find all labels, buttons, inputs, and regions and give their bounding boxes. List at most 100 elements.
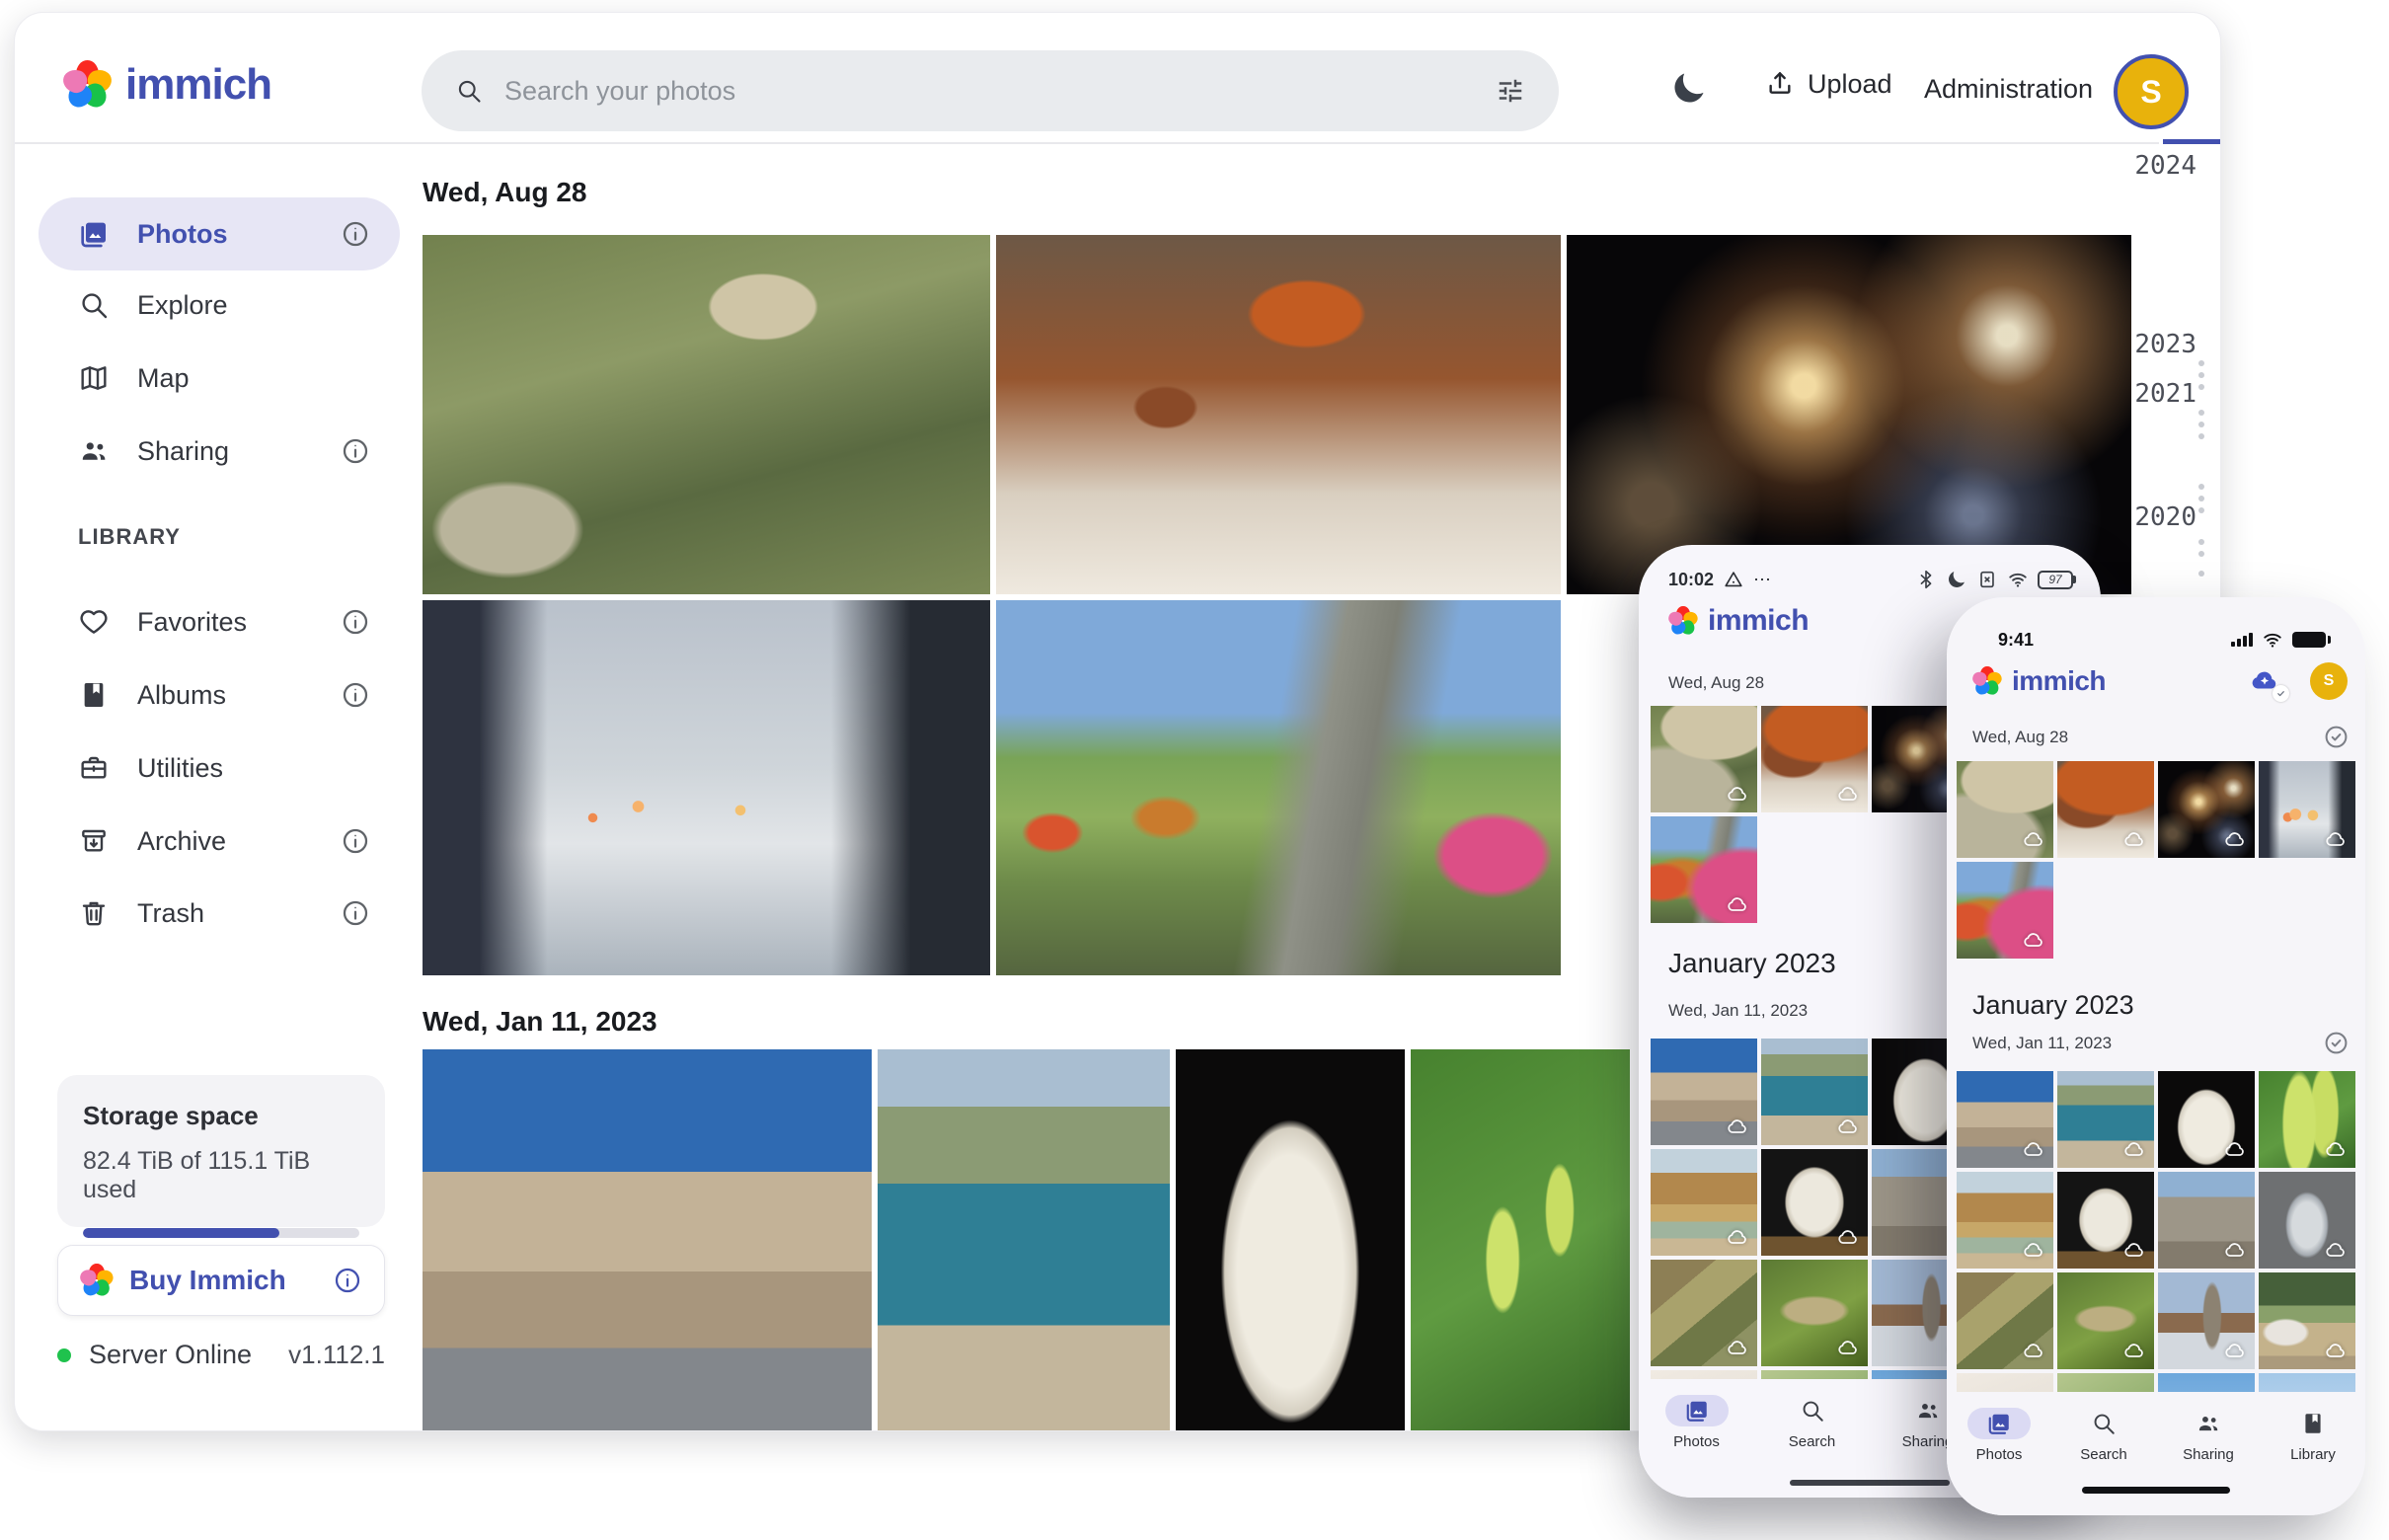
photo-coastal-town[interactable] (878, 1049, 1170, 1431)
date-row: Wed, Jan 11, 2023 (1668, 1001, 1808, 1021)
photo-marble-bust[interactable] (1176, 1049, 1405, 1431)
photo-beach-cliff[interactable] (1957, 1172, 2053, 1269)
timeline-year-2021[interactable]: 2021 (2106, 379, 2196, 409)
photo-lizard-leaves[interactable] (1651, 1260, 1757, 1366)
cellular-signal-icon (2231, 633, 2253, 647)
timeline-year-2024[interactable]: 2024 (2106, 151, 2196, 181)
photo-winter-church[interactable] (2158, 1272, 2255, 1369)
map-icon (78, 362, 110, 394)
photo-fireworks[interactable] (2158, 761, 2255, 858)
info-icon[interactable] (341, 898, 370, 928)
storage-usage-text: 82.4 TiB of 115.1 TiB used (83, 1147, 359, 1204)
sidebar-item-albums[interactable]: Albums (39, 658, 400, 732)
photo-fortress-walls[interactable] (1957, 1071, 2053, 1168)
server-version: v1.112.1 (288, 1340, 385, 1370)
photo-lizard-moss[interactable] (2057, 1272, 2154, 1369)
wifi-icon (2007, 569, 2029, 590)
theme-toggle-moon-icon[interactable] (1669, 68, 1709, 108)
user-avatar[interactable]: S (2114, 54, 2189, 129)
photo-fortress-walls[interactable] (423, 1049, 872, 1431)
select-all-check-icon[interactable] (2323, 1030, 2350, 1056)
server-status-label: Server Online (89, 1340, 252, 1370)
app-logo[interactable]: immich (62, 60, 271, 110)
search-bar[interactable] (422, 50, 1559, 131)
info-icon[interactable] (341, 219, 370, 249)
sidebar-item-photos[interactable]: Photos (39, 197, 400, 270)
cloud-backup-icon (2223, 1238, 2247, 1262)
upload-button[interactable]: Upload (1764, 68, 1892, 100)
photo-fireworks[interactable] (1567, 235, 2131, 594)
nav-photos[interactable]: Photos (1947, 1408, 2051, 1463)
status-bar: 9:41 (1947, 629, 2365, 651)
timeline-dot (2198, 433, 2204, 439)
search-filter-icon[interactable] (1496, 76, 1525, 106)
month-heading: January 2023 (1972, 990, 2134, 1021)
photo-coastal-town[interactable] (2057, 1071, 2154, 1168)
photo-lizard-leaves[interactable] (1957, 1272, 2053, 1369)
cloud-backup-icon (1726, 1225, 1749, 1249)
cloud-sync-icon[interactable] (2243, 663, 2286, 699)
photo-dinner-table[interactable] (996, 235, 1561, 594)
date-row: Wed, Jan 11, 2023 (1972, 1030, 2350, 1056)
sharing-icon (2196, 1411, 2221, 1436)
photo-dinner-table[interactable] (1761, 706, 1868, 812)
sidebar-item-archive[interactable]: Archive (39, 805, 400, 878)
search-input[interactable] (504, 76, 1474, 107)
photo-beach-cliff[interactable] (1651, 1149, 1757, 1256)
photo-marble-bust[interactable] (2158, 1071, 2255, 1168)
photo-alpine-village[interactable] (2259, 1272, 2355, 1369)
sidebar-item-utilities[interactable]: Utilities (39, 732, 400, 805)
bluetooth-icon (1915, 569, 1937, 590)
cloud-backup-icon (1836, 782, 1860, 806)
photo-grid (1957, 761, 2355, 959)
timeline-dot (2198, 360, 2204, 366)
sidebar-item-explore[interactable]: Explore (39, 269, 400, 342)
immich-logo-icon (1668, 606, 1698, 636)
photo-monkeys[interactable] (1651, 706, 1757, 812)
photo-holding-hands[interactable] (2259, 761, 2355, 858)
info-icon[interactable] (341, 826, 370, 856)
photo-marble-relief[interactable] (2057, 1172, 2154, 1269)
nav-sharing[interactable]: Sharing (2156, 1408, 2261, 1463)
cloud-backup-icon (2223, 1339, 2247, 1362)
info-icon[interactable] (333, 1266, 362, 1295)
photo-autumn-path[interactable] (1957, 862, 2053, 959)
photo-green-berries[interactable] (2259, 1071, 2355, 1168)
info-icon[interactable] (341, 436, 370, 466)
photo-monkeys[interactable] (423, 235, 990, 594)
photo-autumn-path[interactable] (996, 600, 1561, 975)
sidebar-item-sharing[interactable]: Sharing (39, 415, 400, 488)
photo-autumn-path[interactable] (1651, 816, 1757, 923)
nav-search[interactable]: Search (2051, 1408, 2156, 1463)
nav-photos[interactable]: Photos (1639, 1395, 1754, 1450)
info-icon[interactable] (341, 607, 370, 637)
photo-lizard-moss[interactable] (1761, 1260, 1868, 1366)
info-icon[interactable] (341, 680, 370, 710)
photo-green-berries[interactable] (1411, 1049, 1630, 1431)
sidebar-item-map[interactable]: Map (39, 342, 400, 415)
timeline-year-2020[interactable]: 2020 (2106, 502, 2196, 532)
timeline-current-indicator (2163, 139, 2220, 144)
cloud-backup-icon (2122, 827, 2146, 851)
photo-marble-relief[interactable] (1761, 1149, 1868, 1256)
photo-fortress-walls[interactable] (1651, 1039, 1757, 1145)
photo-monkeys[interactable] (1957, 761, 2053, 858)
timeline-year-2023[interactable]: 2023 (2106, 330, 2196, 359)
photo-coastal-town[interactable] (1761, 1039, 1868, 1145)
cloud-backup-icon (2022, 1238, 2045, 1262)
nav-search[interactable]: Search (1754, 1395, 1870, 1450)
administration-link[interactable]: Administration (1924, 74, 2093, 105)
user-avatar[interactable]: S (2310, 662, 2348, 700)
select-all-check-icon[interactable] (2323, 724, 2350, 750)
buy-immich-button[interactable]: Buy Immich (57, 1245, 385, 1316)
cloud-backup-icon (2324, 1137, 2348, 1161)
photo-dinner-table[interactable] (2057, 761, 2154, 858)
nav-library[interactable]: Library (2261, 1408, 2365, 1463)
photo-castle-ruins[interactable] (2158, 1172, 2255, 1269)
photo-holding-hands[interactable] (423, 600, 990, 975)
app-logo-text: immich (125, 60, 271, 110)
sidebar-item-trash[interactable]: Trash (39, 877, 400, 950)
photo-silver-ornament[interactable] (2259, 1172, 2355, 1269)
sidebar-item-favorites[interactable]: Favorites (39, 585, 400, 658)
home-indicator (1790, 1480, 1950, 1486)
